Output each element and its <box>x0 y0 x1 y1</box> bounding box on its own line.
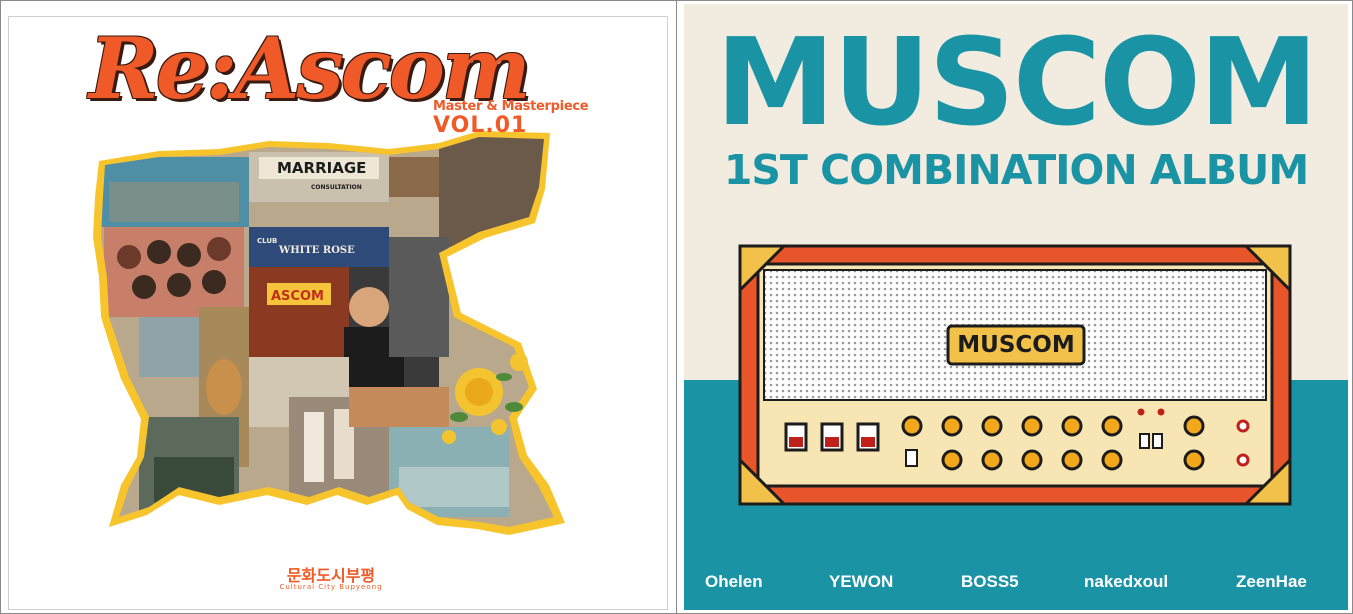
artist-name: YEWON <box>829 572 894 591</box>
artist-name: ZeenHae <box>1236 572 1307 591</box>
artist-list: Ohelen YEWON BOSS5 nakedxoul ZeenHae <box>684 572 1348 596</box>
panel-divider <box>676 0 677 614</box>
consultation-sign: CONSULTATION <box>311 184 362 191</box>
reascom-album-cover: MARRIAGE CONSULTATION CLUB WHITE ROSE AS… <box>8 16 668 610</box>
amp-label: MUSCOM <box>957 332 1075 358</box>
club-sign: CLUB <box>257 237 277 245</box>
marriage-sign: MARRIAGE <box>277 159 366 177</box>
volume-label: VOL.01 <box>433 113 528 138</box>
white-rose-sign: WHITE ROSE <box>278 245 355 256</box>
ascom-neon-sign: ASCOM <box>271 289 324 304</box>
muscom-album-cover: MUSCOM 1ST COMBINATION ALBUM MUSCOM Ohel… <box>684 4 1348 610</box>
artist-name: BOSS5 <box>961 572 1019 591</box>
amplifier-illustration <box>738 244 1292 506</box>
artist-name: nakedxoul <box>1084 572 1169 591</box>
publisher-logo-subtext: Cultural City Bupyeong <box>279 583 383 591</box>
artist-name: Ohelen <box>705 572 763 591</box>
album-subtitle: Master & Masterpiece <box>433 99 589 114</box>
